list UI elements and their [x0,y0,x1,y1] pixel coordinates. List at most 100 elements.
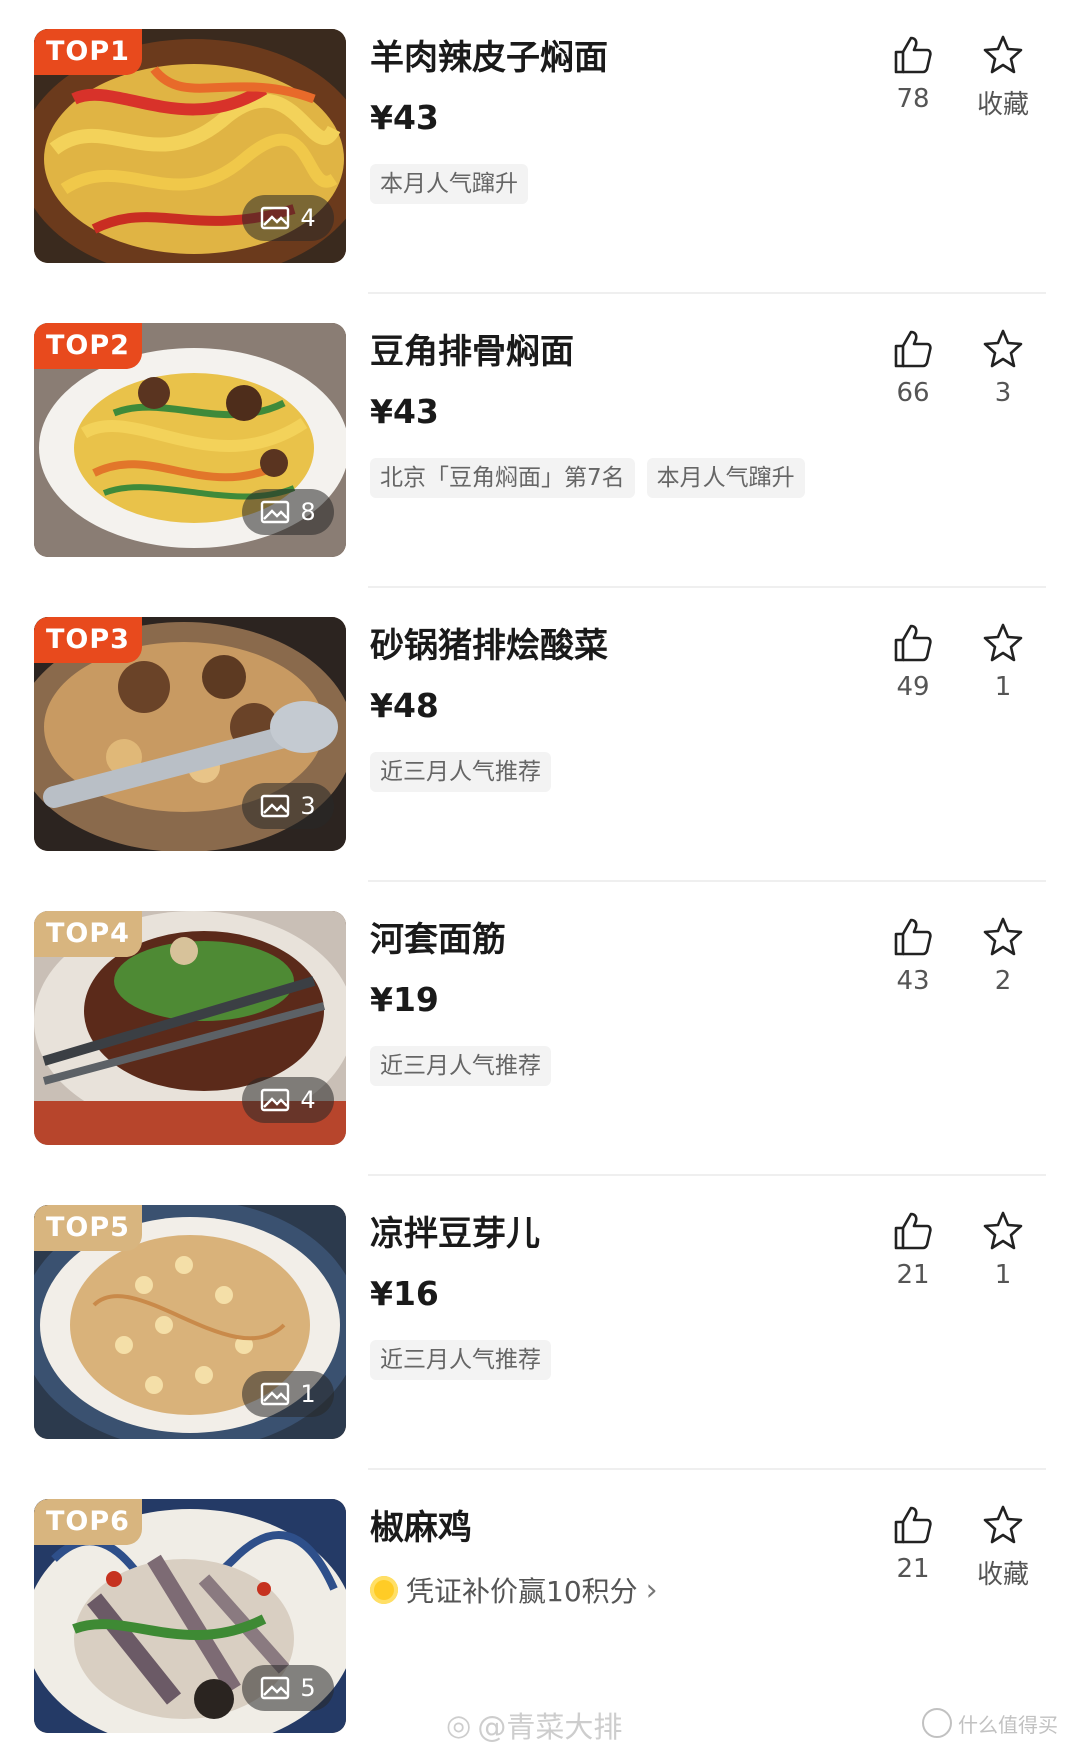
star-icon [983,1505,1023,1544]
rank-badge: TOP1 [34,29,142,75]
dish-tags: 近三月人气推荐 [370,1046,551,1086]
thumbs-up-icon [894,918,932,956]
like-count: 78 [896,84,930,114]
dish-name[interactable]: 椒麻鸡 [370,1500,472,1549]
favorite-count: 3 [994,378,1012,408]
dish-item[interactable]: TOP3 3 砂锅猪排烩酸菜 ¥48 近三月人气推荐 49 1 [0,588,1080,882]
favorite-button[interactable]: 收藏 [968,1504,1038,1591]
photo-count-badge[interactable]: 3 [242,783,334,829]
like-button[interactable]: 43 [878,916,948,996]
dish-item[interactable]: TOP5 1 凉拌豆芽儿 ¥16 近三月人气推荐 21 1 [0,1176,1080,1470]
like-button[interactable]: 49 [878,622,948,702]
photo-count-badge[interactable]: 1 [242,1371,334,1417]
dish-tag: 近三月人气推荐 [370,1046,551,1086]
like-button[interactable]: 78 [878,34,948,114]
weibo-watermark: ◎ @青菜大排 [446,1704,622,1746]
dish-name[interactable]: 河套面筋 [370,912,506,961]
photo-count: 1 [300,1380,316,1408]
dish-price: ¥48 [370,686,439,725]
photo-count: 8 [300,498,316,526]
dish-photo[interactable]: TOP5 1 [34,1205,346,1439]
star-icon [983,623,1023,662]
dish-price: ¥19 [370,980,439,1019]
image-icon [261,1676,290,1700]
thumbs-up-icon [894,1506,932,1544]
dish-tag: 近三月人气推荐 [370,752,551,792]
dish-tags: 近三月人气推荐 [370,752,551,792]
dish-item[interactable]: TOP4 4 河套面筋 ¥19 近三月人气推荐 43 2 [0,882,1080,1176]
image-icon [261,1382,290,1406]
photo-count: 5 [300,1674,316,1702]
dish-price: ¥16 [370,1274,439,1313]
photo-count-badge[interactable]: 4 [242,1077,334,1123]
dish-name[interactable]: 砂锅猪排烩酸菜 [370,618,608,667]
photo-count: 3 [300,792,316,820]
rank-badge: TOP3 [34,617,142,663]
favorite-count: 收藏 [976,1560,1029,1590]
dish-item[interactable]: TOP2 8 豆角排骨焖面 ¥43 北京「豆角焖面」第7名 本月人气蹿升 66 … [0,294,1080,588]
dish-photo[interactable]: TOP4 4 [34,911,346,1145]
image-icon [261,794,290,818]
dish-tags: 北京「豆角焖面」第7名 本月人气蹿升 [370,458,805,498]
like-count: 21 [896,1554,930,1584]
like-button[interactable]: 66 [878,328,948,408]
dish-price: ¥43 [370,98,439,137]
thumbs-up-icon [894,1212,932,1250]
favorite-button[interactable]: 2 [968,916,1038,996]
dish-photo[interactable]: TOP2 8 [34,323,346,557]
favorite-button[interactable]: 3 [968,328,1038,408]
star-icon [983,329,1023,368]
dish-item[interactable]: TOP1 4 羊肉辣皮子焖面 ¥43 本月人气蹿升 78 收藏 [0,0,1080,294]
thumbs-up-icon [894,36,932,74]
dish-tags: 近三月人气推荐 [370,1340,551,1380]
photo-count-badge[interactable]: 4 [242,195,334,241]
promo-link[interactable]: 凭证补价赢10积分 › [370,1570,658,1610]
weibo-handle: @青菜大排 [477,1710,623,1744]
weibo-logo-icon: ◎ [446,1708,472,1742]
favorite-button[interactable]: 收藏 [968,34,1038,121]
rank-badge: TOP4 [34,911,142,957]
photo-count-badge[interactable]: 5 [242,1665,334,1711]
dish-name[interactable]: 羊肉辣皮子焖面 [370,30,608,79]
like-count: 66 [896,378,930,408]
image-icon [261,500,290,524]
dish-tag: 近三月人气推荐 [370,1340,551,1380]
dish-photo[interactable]: TOP1 4 [34,29,346,263]
chevron-right-icon: › [645,1572,658,1608]
rank-badge: TOP6 [34,1499,142,1545]
site-logo-icon [922,1708,952,1738]
star-icon [983,1211,1023,1250]
rank-badge: TOP5 [34,1205,142,1251]
photo-count: 4 [300,1086,316,1114]
star-icon [983,35,1023,74]
dish-name[interactable]: 豆角排骨焖面 [370,324,574,373]
dish-photo[interactable]: TOP6 5 [34,1499,346,1733]
dish-name[interactable]: 凉拌豆芽儿 [370,1206,540,1255]
dish-price: ¥43 [370,392,439,431]
coin-icon [370,1576,398,1604]
thumbs-up-icon [894,330,932,368]
like-button[interactable]: 21 [878,1210,948,1290]
favorite-count: 1 [994,1260,1012,1290]
favorite-count: 2 [994,966,1012,996]
rank-badge: TOP2 [34,323,142,369]
photo-count-badge[interactable]: 8 [242,489,334,535]
favorite-count: 1 [994,672,1012,702]
site-name: 什么值得买 [958,1712,1058,1737]
favorite-button[interactable]: 1 [968,1210,1038,1290]
like-button[interactable]: 21 [878,1504,948,1584]
favorite-button[interactable]: 1 [968,622,1038,702]
like-count: 21 [896,1260,930,1290]
dish-tag: 北京「豆角焖面」第7名 [370,458,635,498]
dish-tag: 本月人气蹿升 [646,458,805,498]
star-icon [983,917,1023,956]
image-icon [261,1088,290,1112]
dish-tags: 本月人气蹿升 [370,164,528,204]
like-count: 43 [896,966,930,996]
dish-photo[interactable]: TOP3 3 [34,617,346,851]
promo-text: 凭证补价赢10积分 [406,1575,638,1608]
thumbs-up-icon [894,624,932,662]
site-watermark: 什么值得买 [922,1708,1058,1738]
like-count: 49 [896,672,930,702]
image-icon [261,206,290,230]
